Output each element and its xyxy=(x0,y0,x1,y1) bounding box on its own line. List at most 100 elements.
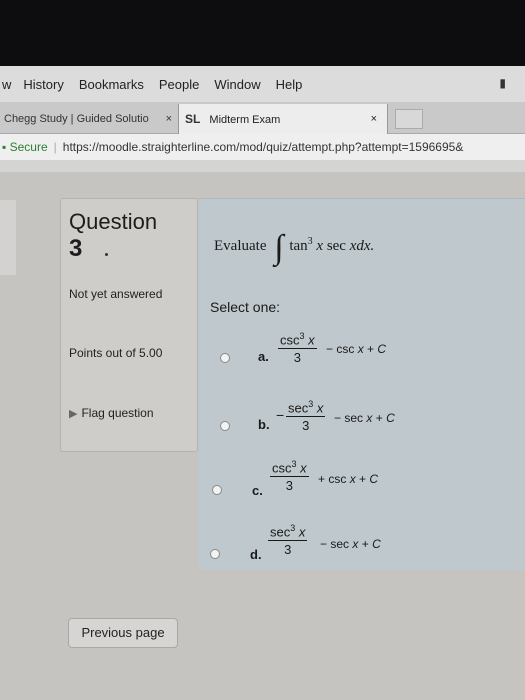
radio-d[interactable] xyxy=(210,549,220,559)
rest-var: x xyxy=(349,472,356,486)
rest-c: C xyxy=(386,411,395,425)
tab-chegg[interactable]: Chegg Study | Guided Solutio × xyxy=(0,106,178,134)
menu-bar: w History Bookmarks People Window Help ▮ xyxy=(0,66,525,102)
question-info-panel: Question 3 Not yet answered Points out o… xyxy=(60,198,198,452)
num-pow: 3 xyxy=(290,523,296,533)
rest-op: − sec xyxy=(320,537,350,551)
straighterline-logo-icon: SL xyxy=(185,112,201,126)
tab-bar: Chegg Study | Guided Solutio × SL Midter… xyxy=(0,102,525,135)
negative-sign: − xyxy=(276,407,285,423)
flag-icon[interactable]: ▶ xyxy=(69,408,77,420)
menu-item-window-partial[interactable]: w xyxy=(2,77,11,92)
question-number: 3 xyxy=(69,235,83,262)
rest-var: x xyxy=(366,411,373,425)
menu-item-window[interactable]: Window xyxy=(214,77,260,92)
flag-label[interactable]: Flag question xyxy=(81,406,153,420)
close-icon[interactable]: × xyxy=(371,113,377,125)
question-state: Not yet answered xyxy=(69,287,163,301)
radio-b[interactable] xyxy=(220,421,230,431)
integral-symbol: ∫ xyxy=(274,229,284,266)
lock-icon: ▪ xyxy=(2,140,7,154)
breadcrumb-strip xyxy=(0,160,525,172)
question-label: Question xyxy=(69,209,158,234)
question-content: Evaluate ∫ tan3 x sec xdx. Select one: a… xyxy=(198,198,525,570)
num-pow: 3 xyxy=(308,399,314,409)
fraction: csc3 x 3 xyxy=(278,331,317,365)
num-var: x xyxy=(308,332,315,348)
secure-lock-label: ▪ Secure xyxy=(2,140,48,154)
rest-op: + csc xyxy=(318,472,347,486)
fraction-bar xyxy=(278,348,317,350)
option-letter: a. xyxy=(258,349,269,364)
option-letter: c. xyxy=(252,483,263,498)
tab-midterm-exam[interactable]: SL Midterm Exam × xyxy=(178,104,388,135)
option-rest: − sec x + C xyxy=(320,537,381,551)
option-rest: − sec x + C xyxy=(334,411,395,425)
fraction-bar xyxy=(268,540,308,542)
address-bar[interactable]: ▪ Secure | https://moodle.straighterline… xyxy=(0,134,525,160)
menu-item-history[interactable]: History xyxy=(23,77,63,92)
rest-end: + xyxy=(359,472,367,486)
previous-page-button[interactable]: Previous page xyxy=(68,618,178,648)
rest-end: + xyxy=(367,342,375,356)
num-var: x xyxy=(316,400,324,416)
rest-end: + xyxy=(361,537,369,551)
address-separator: | xyxy=(53,140,57,154)
num-fn: csc xyxy=(272,460,292,476)
fraction: csc3 x 3 xyxy=(270,459,309,493)
radio-c[interactable] xyxy=(212,485,222,495)
tab-label: Midterm Exam xyxy=(209,114,281,126)
option-rest: − csc x + C xyxy=(326,342,386,356)
fraction-bar xyxy=(270,476,309,478)
rest-end: + xyxy=(375,411,383,425)
secure-label: Secure xyxy=(9,140,48,154)
select-one-label: Select one: xyxy=(210,299,281,315)
rest-var: x xyxy=(352,537,359,551)
menu-item-bookmarks[interactable]: Bookmarks xyxy=(79,77,144,92)
num-fn: sec xyxy=(270,524,291,540)
denominator: 3 xyxy=(284,542,292,558)
numerator: sec3 x xyxy=(286,399,325,415)
num-fn: csc xyxy=(280,332,300,348)
rest-c: C xyxy=(369,472,379,486)
rest-var: x xyxy=(357,342,364,356)
evaluate-label: Evaluate xyxy=(214,238,267,254)
num-var: x xyxy=(300,460,307,476)
tab-label: Chegg Study | Guided Solutio xyxy=(4,113,149,125)
new-tab-button[interactable] xyxy=(395,109,423,129)
fraction: sec3 x 3 xyxy=(268,523,308,558)
var-x: x xyxy=(316,238,324,254)
answer-option-d[interactable]: d. sec3 x 3 − sec x + C xyxy=(198,519,525,573)
battery-icon: ▮ xyxy=(499,76,506,90)
denominator: 3 xyxy=(293,350,301,366)
question-text: Evaluate ∫ tan3 x sec xdx. xyxy=(214,221,375,266)
close-icon[interactable]: × xyxy=(166,113,172,125)
num-fn: sec xyxy=(288,400,309,416)
option-letter: b. xyxy=(258,417,270,432)
rest-op: − csc xyxy=(326,342,355,356)
numerator: sec3 x xyxy=(268,523,307,539)
num-var: x xyxy=(298,524,306,540)
fraction-bar xyxy=(286,416,326,418)
radio-a[interactable] xyxy=(220,353,230,363)
answer-option-b[interactable]: b. − sec3 x 3 − sec x + C xyxy=(198,395,525,449)
answer-option-c[interactable]: c. csc3 x 3 + csc x + C xyxy=(198,455,525,509)
sidebar-strip xyxy=(0,200,16,275)
rest-op: − sec xyxy=(334,411,364,425)
flag-question[interactable]: ▶ Flag question xyxy=(69,401,189,426)
screen-bezel xyxy=(0,0,525,66)
option-rest: + csc x + C xyxy=(318,472,378,486)
sec-fn: sec xyxy=(326,238,346,254)
denominator: 3 xyxy=(302,418,310,434)
answer-option-a[interactable]: a. csc3 x 3 − csc x + C xyxy=(198,331,525,385)
dx: xdx. xyxy=(349,238,375,254)
num-pow: 3 xyxy=(299,331,305,341)
menu-item-people[interactable]: People xyxy=(159,77,199,92)
rest-c: C xyxy=(377,342,387,356)
rest-c: C xyxy=(372,537,381,551)
question-grade: Points out of 5.00 xyxy=(69,346,163,360)
fraction: sec3 x 3 xyxy=(286,399,326,434)
menu-item-help[interactable]: Help xyxy=(276,77,303,92)
url-text[interactable]: https://moodle.straighterline.com/mod/qu… xyxy=(63,140,464,154)
numerator: csc3 x xyxy=(270,459,309,475)
